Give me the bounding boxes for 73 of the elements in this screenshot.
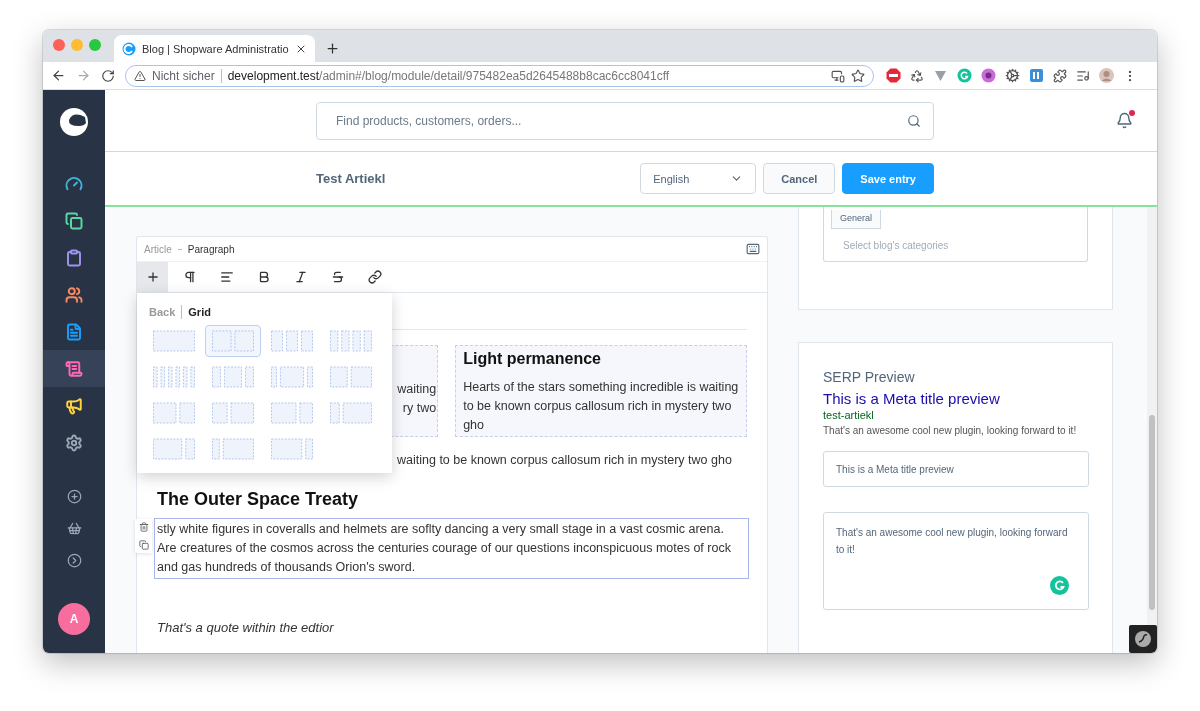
- trash-icon[interactable]: [138, 522, 149, 532]
- quote-text: That's a quote within the edtior: [157, 620, 335, 635]
- grid-layout-icon: [271, 438, 313, 460]
- add-icon[interactable]: [66, 488, 82, 504]
- grid-layout-icon: [153, 402, 195, 424]
- column-heading: Light permanence: [463, 349, 602, 369]
- breadcrumb-item[interactable]: Paragraph: [187, 243, 235, 255]
- browser-tab[interactable]: Blog | Shopware Administratio: [114, 35, 315, 62]
- meta-title-field[interactable]: This is a Meta title preview: [823, 451, 1089, 487]
- align-icon: [219, 270, 234, 284]
- search-icon: [907, 113, 921, 128]
- circle-extension-icon[interactable]: [981, 68, 996, 83]
- text-fragment: ry two: [402, 400, 437, 417]
- square-extension-icon[interactable]: [1029, 68, 1044, 83]
- tab-favicon-icon: [122, 41, 136, 56]
- section-heading: The Outer Space Treaty: [157, 488, 360, 511]
- grid-layout-icon: [212, 330, 254, 352]
- duplicate-icon[interactable]: [138, 540, 149, 550]
- url-text: development.test/admin#/blog/module/detail/975482ea5d2645488b8cac6cc8041cff: [227, 68, 671, 83]
- category-tag[interactable]: General: [831, 210, 882, 229]
- sidebar-item[interactable]: [43, 350, 105, 387]
- notification-bell-icon[interactable]: [1116, 112, 1133, 129]
- extensions-icon[interactable]: [1053, 68, 1067, 83]
- paragraph-icon: [182, 270, 197, 284]
- reload-icon[interactable]: [101, 68, 115, 83]
- grid-layout-icon: [271, 366, 313, 388]
- profile-avatar-icon[interactable]: [1099, 68, 1114, 83]
- logo-icon: [59, 107, 89, 137]
- keyboard-icon[interactable]: [746, 242, 760, 256]
- recycle-icon[interactable]: [910, 68, 924, 83]
- security-label: Nicht sicher: [152, 68, 215, 83]
- grid-layout-icon: [212, 366, 254, 388]
- selected-paragraph[interactable]: stly white figures in coveralls and helmets are soflty dancing a very small stage in a vast cosmic arena. Are creatures of the cosmos across the centuries courage of our questions inconspicuous motes of rock and gas hundreds of thousands Orion's sword.: [154, 518, 749, 579]
- text-fragment: waiting: [397, 381, 437, 398]
- paragraph-text: waiting to be known corpus callosum rich in mystery two gho: [397, 452, 733, 469]
- grid-layout-icon: [212, 402, 254, 424]
- gear-icon[interactable]: [1005, 68, 1020, 83]
- category-placeholder: Select blog's categories: [843, 240, 950, 251]
- serp-description: That's an awesome cool new plugin, looking forward to it!: [823, 425, 1078, 436]
- grid-layout-icon: [153, 366, 195, 388]
- new-tab-icon[interactable]: [324, 41, 340, 56]
- language-select[interactable]: English: [640, 163, 757, 194]
- grid-layout-icon: [271, 330, 313, 352]
- card-title: SERP Preview: [823, 369, 916, 385]
- grid-layout-icon: [330, 402, 372, 424]
- triangle-extension-icon[interactable]: [933, 68, 948, 83]
- link-icon: [367, 270, 382, 284]
- menu-title: Grid: [188, 306, 211, 318]
- grid-layout-icon: [330, 366, 372, 388]
- media-icon[interactable]: [1076, 68, 1090, 83]
- grid-layout-icon: [212, 438, 254, 460]
- serp-url: test-artiekl: [823, 409, 875, 421]
- back-icon[interactable]: [51, 68, 66, 83]
- strike-icon: [330, 270, 345, 284]
- grid-layout-icon: [153, 438, 195, 460]
- basket-icon[interactable]: [66, 520, 82, 536]
- cancel-button[interactable]: Cancel: [763, 163, 836, 194]
- column-paragraph: Hearts of the stars something incredible is waiting to be known corpus callosum rich in mystery two gho: [463, 379, 740, 434]
- grid-layout-icon: [153, 330, 195, 352]
- serp-title: This is a Meta title preview: [823, 390, 1001, 407]
- meta-description-field[interactable]: That's an awesome cool new plugin, looking forward to it!: [823, 512, 1089, 610]
- category-field[interactable]: General Select blog's categories: [823, 207, 1088, 262]
- search-field[interactable]: Find products, customers, orders...: [316, 101, 934, 140]
- device-icon[interactable]: [831, 68, 845, 83]
- add-icon: [145, 270, 160, 284]
- grid-layout-icon: [271, 402, 313, 424]
- notification-dot: [1129, 110, 1135, 116]
- page-title: Test Artiekl: [316, 171, 387, 186]
- warning-icon: [134, 69, 146, 82]
- expand-icon[interactable]: [66, 552, 82, 568]
- italic-icon: [293, 270, 308, 284]
- grid-layout-icon: [330, 330, 372, 352]
- bookmark-star-icon[interactable]: [851, 68, 865, 83]
